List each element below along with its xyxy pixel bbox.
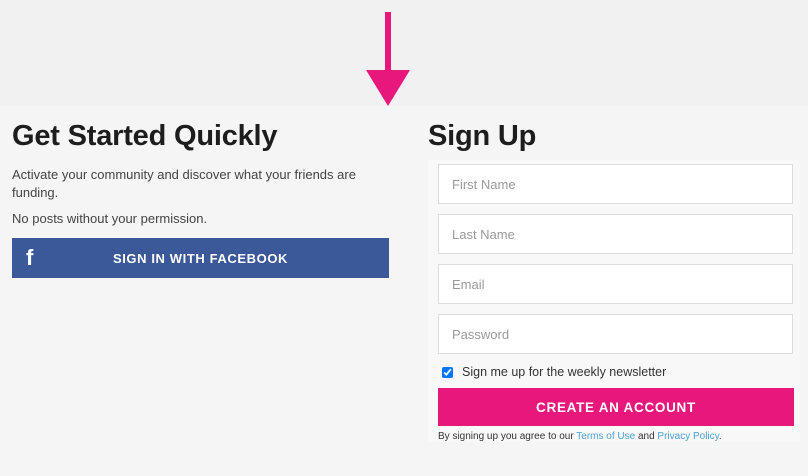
create-account-label: CREATE AN ACCOUNT [536,399,696,415]
signup-form: Sign me up for the weekly newsletter CRE… [428,160,800,442]
quick-start-title: Get Started Quickly [12,120,278,152]
terms-notice: By signing up you agree to our Terms of … [438,431,800,442]
signup-panel: Get Started Quickly Activate your commun… [0,106,808,476]
email-input[interactable] [438,264,793,304]
facebook-icon: f [26,245,34,270]
down-arrow-icon [366,12,410,106]
newsletter-label: Sign me up for the weekly newsletter [462,365,667,379]
terms-of-use-link[interactable]: Terms of Use [576,431,635,442]
first-name-input[interactable] [438,164,793,204]
privacy-note: No posts without your permission. [12,211,208,226]
quick-start-section: Get Started Quickly Activate your commun… [12,118,390,278]
create-account-button[interactable]: CREATE AN ACCOUNT [438,388,794,426]
newsletter-checkbox[interactable] [442,366,453,378]
password-input[interactable] [438,314,793,354]
signup-section: Sign Up Sign me up for the weekly newsle… [428,118,800,442]
terms-prefix: By signing up you agree to our [438,431,574,442]
signup-title: Sign Up [428,120,537,152]
privacy-policy-link[interactable]: Privacy Policy [657,431,719,442]
terms-suffix: . [718,431,722,442]
facebook-button-label: SIGN IN WITH FACEBOOK [112,250,289,266]
quick-start-description: Activate your community and discover wha… [12,167,356,200]
last-name-input[interactable] [438,214,793,254]
facebook-signin-button[interactable]: f SIGN IN WITH FACEBOOK [12,238,389,278]
newsletter-option[interactable]: Sign me up for the weekly newsletter [440,362,800,382]
signup-screen: Get Started Quickly Activate your commun… [0,0,808,476]
terms-conjunction: and [637,431,655,442]
